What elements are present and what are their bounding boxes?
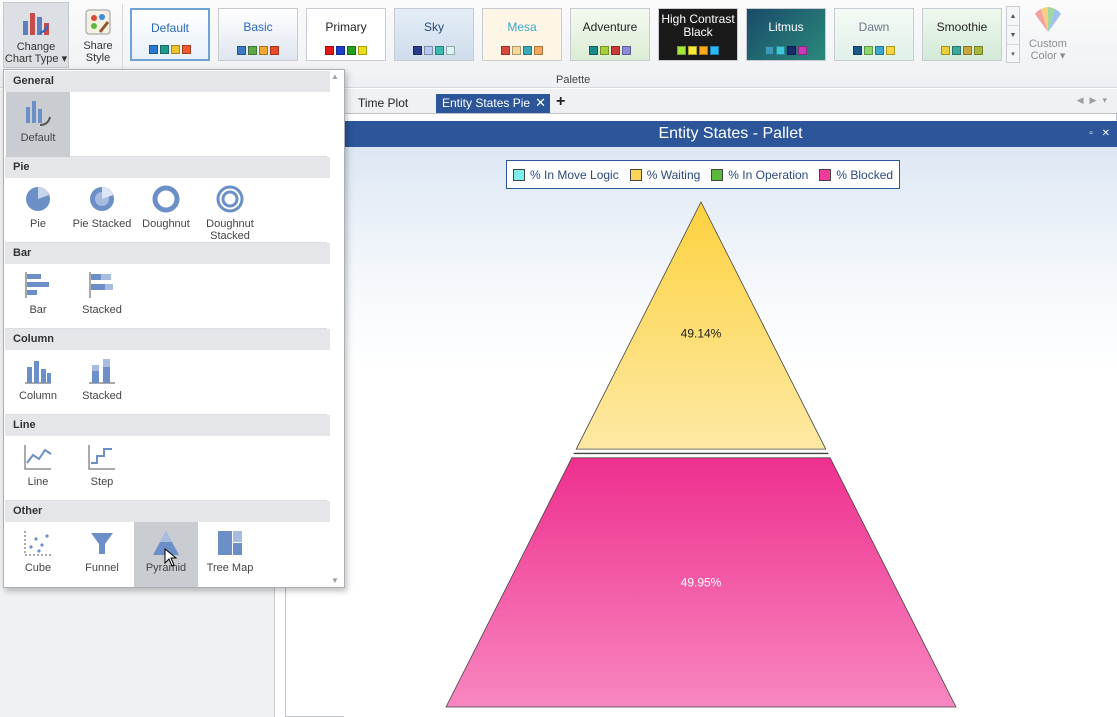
chart-type-default[interactable]: Default xyxy=(6,92,70,157)
item-label: Default xyxy=(20,132,56,144)
item-label: Stacked xyxy=(82,390,122,402)
mouse-cursor-icon xyxy=(164,548,178,567)
line-chart-icon xyxy=(22,441,54,473)
chart-type-line[interactable]: Line xyxy=(6,436,70,501)
chart-type-funnel[interactable]: Funnel xyxy=(70,522,134,587)
funnel-icon xyxy=(86,527,118,559)
doughnut-stacked-icon xyxy=(214,183,246,215)
menu-scrollbar[interactable]: ▲ ▼ xyxy=(331,72,341,585)
item-label: Cube xyxy=(24,562,52,574)
chart-type-pie-stacked[interactable]: Pie Stacked xyxy=(70,178,134,243)
group-header-other: Other xyxy=(5,501,330,522)
data-label: 49.14% xyxy=(681,327,722,341)
cube-scatter-icon xyxy=(22,527,54,559)
stacked-bar-icon xyxy=(86,269,118,301)
tree-map-icon xyxy=(214,527,246,559)
item-label: Stacked xyxy=(82,304,122,316)
scroll-up-icon[interactable]: ▲ xyxy=(331,72,339,81)
item-label: Bar xyxy=(29,304,47,316)
group-row-column: Column Stacked xyxy=(5,350,327,415)
item-label: Doughnut Stacked xyxy=(206,218,254,242)
group-row-other: Cube Funnel Pyramid Tree Map xyxy=(5,522,327,587)
stacked-column-icon xyxy=(86,355,118,387)
chart-type-bar-stacked[interactable]: Stacked xyxy=(70,264,134,329)
chart-type-pie[interactable]: Pie xyxy=(6,178,70,243)
pie-stacked-icon xyxy=(86,183,118,215)
item-label: Pie Stacked xyxy=(72,218,132,230)
bar-chart-icon xyxy=(22,269,54,301)
item-label: Doughnut xyxy=(142,218,190,230)
chart-type-step[interactable]: Step xyxy=(70,436,134,501)
pie-icon xyxy=(22,183,54,215)
group-row-general: Default xyxy=(5,92,327,157)
chart-type-bar[interactable]: Bar xyxy=(6,264,70,329)
item-label: Tree Map xyxy=(206,562,254,574)
chart-type-menu: ▲ ▼ General Default Pie Pie Pie Stacked … xyxy=(3,69,345,588)
pyramid-layer-waiting[interactable] xyxy=(575,201,827,450)
item-label: Funnel xyxy=(85,562,119,574)
item-label: Column xyxy=(19,390,57,402)
group-header-bar: Bar xyxy=(5,243,330,264)
group-row-bar: Bar Stacked xyxy=(5,264,327,329)
group-header-line: Line xyxy=(5,415,330,436)
group-header-pie: Pie xyxy=(5,157,330,178)
item-label: Line xyxy=(27,476,49,488)
chart-type-cube[interactable]: Cube xyxy=(6,522,70,587)
default-chart-icon xyxy=(22,97,54,129)
group-row-line: Line Step xyxy=(5,436,327,501)
chart-type-column-stacked[interactable]: Stacked xyxy=(70,350,134,415)
chart-type-doughnut-stacked[interactable]: Doughnut Stacked xyxy=(198,178,262,243)
chart-type-pyramid[interactable]: Pyramid xyxy=(134,522,198,587)
chart-type-tree-map[interactable]: Tree Map xyxy=(198,522,262,587)
pyramid-layer-in-operation[interactable] xyxy=(573,452,829,455)
group-header-column: Column xyxy=(5,329,330,350)
item-label: Pie xyxy=(30,218,46,230)
scroll-down-icon[interactable]: ▼ xyxy=(331,576,339,585)
group-row-pie: Pie Pie Stacked Doughnut Doughnut Stacke… xyxy=(5,178,327,243)
doughnut-icon xyxy=(150,183,182,215)
data-label: 49.95% xyxy=(681,575,722,589)
column-chart-icon xyxy=(22,355,54,387)
chart-type-doughnut[interactable]: Doughnut xyxy=(134,178,198,243)
item-label: Step xyxy=(90,476,114,488)
step-chart-icon xyxy=(86,441,118,473)
chart-type-column[interactable]: Column xyxy=(6,350,70,415)
group-header-general: General xyxy=(5,71,330,92)
